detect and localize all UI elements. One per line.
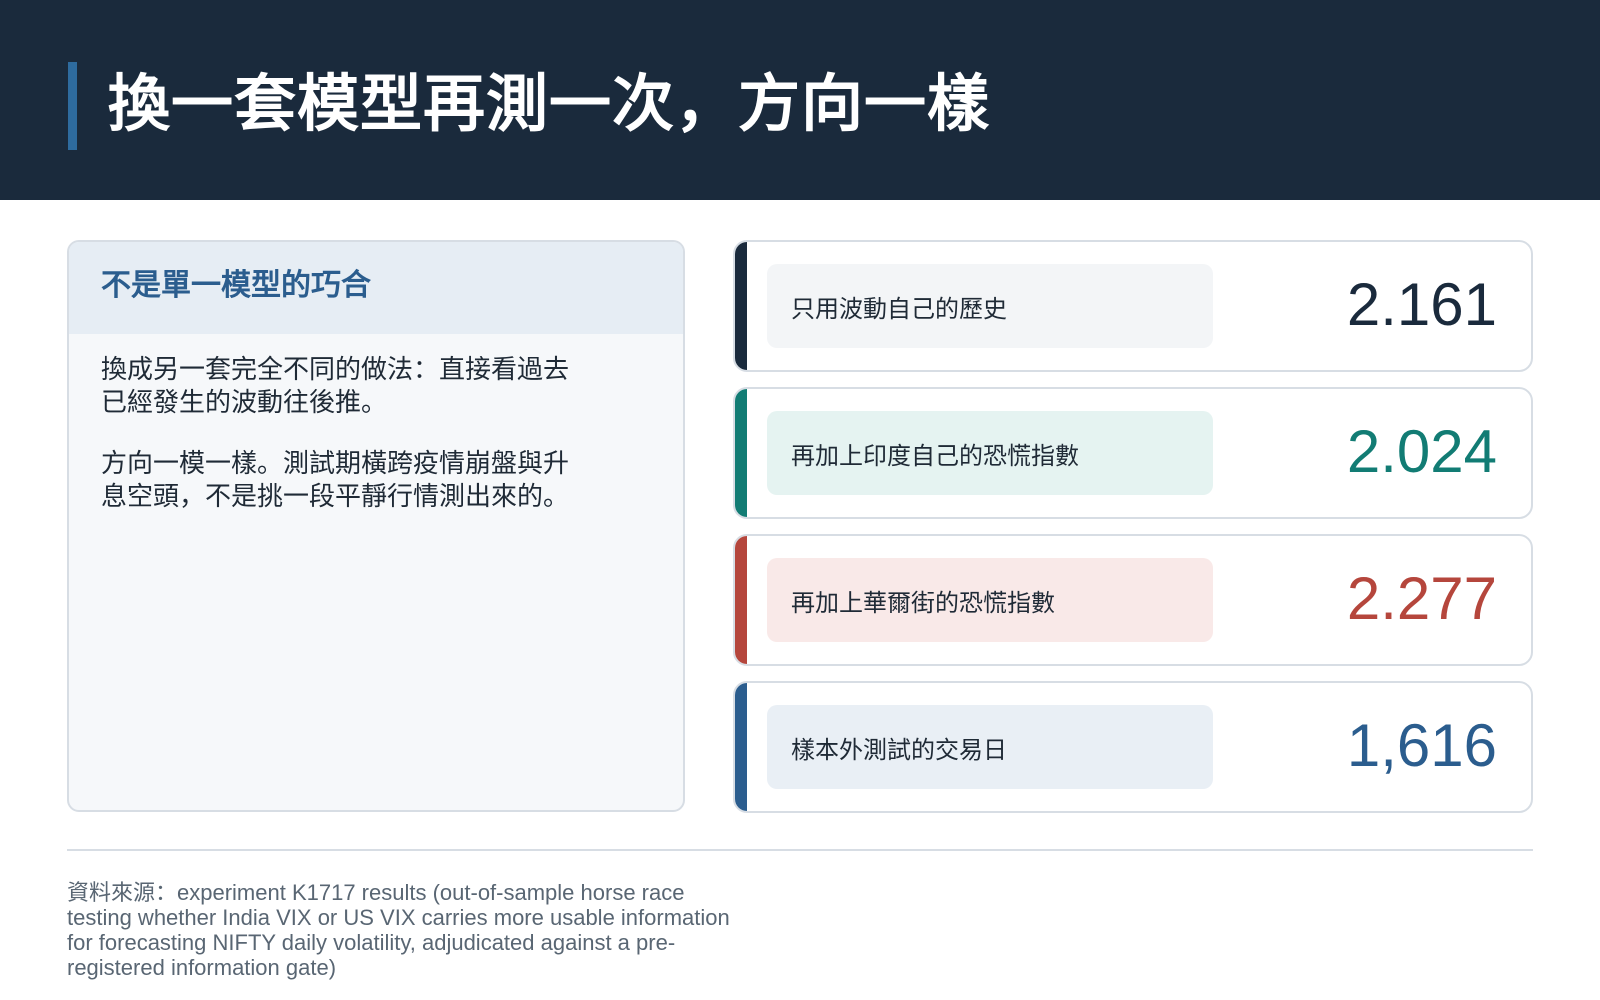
- metric-card-us-vix: 再加上華爾街的恐慌指數 2.277: [733, 534, 1533, 666]
- metric-label-box: 再加上華爾街的恐慌指數: [767, 558, 1213, 642]
- metric-label-box: 再加上印度自己的恐慌指數: [767, 411, 1213, 495]
- metric-card-india-vix: 再加上印度自己的恐慌指數 2.024: [733, 387, 1533, 519]
- metric-card-trading-days: 樣本外測試的交易日 1,616: [733, 681, 1533, 813]
- explanation-paragraph: 方向一模一樣。測試期橫跨疫情崩盤與升息空頭，不是挑一段平靜行情測出來的。: [101, 449, 570, 512]
- metric-accent-bar: [735, 536, 747, 664]
- explanation-card-body: 換成另一套完全不同的做法：直接看過去已經發生的波動往後推。 方向一模一樣。測試期…: [69, 334, 609, 514]
- metric-label: 樣本外測試的交易日: [791, 735, 1007, 764]
- metric-value: 2.161: [1346, 271, 1497, 338]
- metric-accent-bar: [735, 389, 747, 517]
- explanation-card-header: 不是單一模型的巧合: [69, 242, 683, 334]
- metric-value: 2.277: [1346, 565, 1497, 632]
- metric-card-history-only: 只用波動自己的歷史 2.161: [733, 240, 1533, 372]
- explanation-paragraph: 換成另一套完全不同的做法：直接看過去已經發生的波動往後推。: [101, 355, 570, 418]
- footer-divider: [67, 849, 1533, 851]
- metric-label: 只用波動自己的歷史: [791, 294, 1007, 323]
- metric-accent-bar: [735, 242, 747, 370]
- source-note: 資料來源：experiment K1717 results (out-of-sa…: [67, 880, 730, 980]
- metric-label-box: 樣本外測試的交易日: [767, 705, 1213, 789]
- explanation-card: 不是單一模型的巧合 換成另一套完全不同的做法：直接看過去已經發生的波動往後推。 …: [67, 240, 685, 812]
- page-title: 換一套模型再測一次，方向一樣: [108, 67, 991, 140]
- metric-label: 再加上印度自己的恐慌指數: [791, 441, 1079, 470]
- metric-accent-bar: [735, 683, 747, 811]
- metric-label-box: 只用波動自己的歷史: [767, 264, 1213, 348]
- metric-label: 再加上華爾街的恐慌指數: [791, 588, 1055, 617]
- metric-value: 2.024: [1346, 418, 1497, 485]
- metric-value: 1,616: [1346, 712, 1497, 779]
- title-accent-bar: [68, 62, 77, 150]
- explanation-card-heading: 不是單一模型的巧合: [101, 268, 371, 303]
- title-banner: 換一套模型再測一次，方向一樣: [0, 0, 1600, 200]
